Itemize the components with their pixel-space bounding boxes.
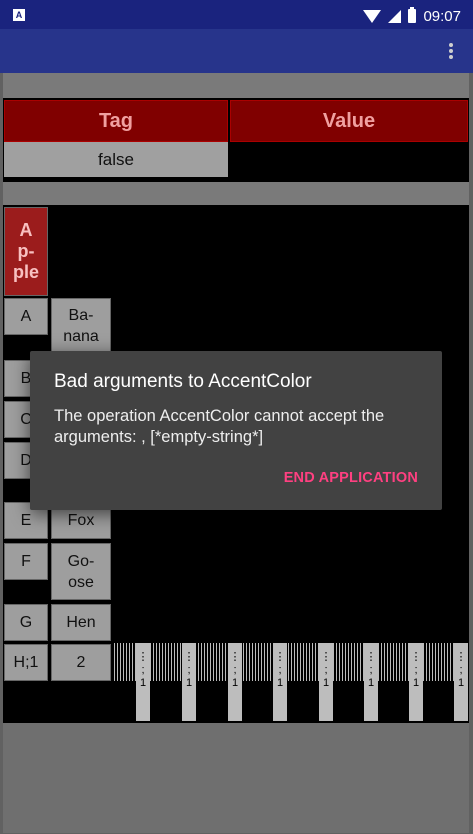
header-value: Value (230, 100, 468, 142)
status-time: 09:07 (423, 7, 461, 25)
tag-value-table: Tag Value false (3, 98, 469, 182)
table-cell-value: false (4, 142, 228, 177)
small-cell-1[interactable]: ⋮ ; 1 (136, 643, 150, 721)
bottom-area (3, 723, 469, 833)
dialog-title: Bad arguments to AccentColor (54, 371, 312, 392)
small-cell-3[interactable]: ⋮ ; 1 (228, 643, 242, 721)
small-cell-5[interactable]: ⋮ ; 1 (319, 643, 333, 721)
grid-cell-hen[interactable]: Hen (51, 604, 111, 641)
grid-cell-a[interactable]: A (4, 298, 48, 335)
small-cell-2[interactable]: ⋮ ; 1 (182, 643, 196, 721)
notification-icon: A (13, 9, 25, 21)
signal-icon (388, 9, 402, 23)
dialog-message: The operation AccentColor cannot accept … (54, 407, 385, 446)
grid-cell-f[interactable]: F (4, 543, 48, 580)
end-application-button[interactable]: END APPLICATION (284, 470, 418, 486)
grid-cell-2[interactable]: 2 (51, 644, 111, 681)
header-tag: Tag (4, 100, 228, 142)
grid-cell-goose[interactable]: Go- ose (51, 543, 111, 600)
overflow-menu-icon[interactable] (449, 43, 453, 61)
small-cell-7[interactable]: ⋮ ; 1 (409, 643, 423, 721)
grid-cell-h1[interactable]: H;1 (4, 644, 48, 681)
grid-cell-apple[interactable]: A p- ple (4, 207, 48, 296)
small-cell-4[interactable]: ⋮ ; 1 (273, 643, 287, 721)
battery-icon (408, 7, 417, 23)
status-bar: A 09:07 (0, 0, 473, 29)
status-icons: 09:07 (363, 7, 461, 25)
app-bar (0, 29, 473, 73)
small-cell-6[interactable]: ⋮ ; 1 (364, 643, 378, 721)
grid-cell-g[interactable]: G (4, 604, 48, 641)
error-dialog: Bad arguments to AccentColor The operati… (30, 351, 442, 510)
grid-cell-banana[interactable]: Ba- nana (51, 298, 111, 353)
small-cell-8[interactable]: ⋮ ; 1 (454, 643, 468, 721)
wifi-icon (363, 9, 382, 23)
